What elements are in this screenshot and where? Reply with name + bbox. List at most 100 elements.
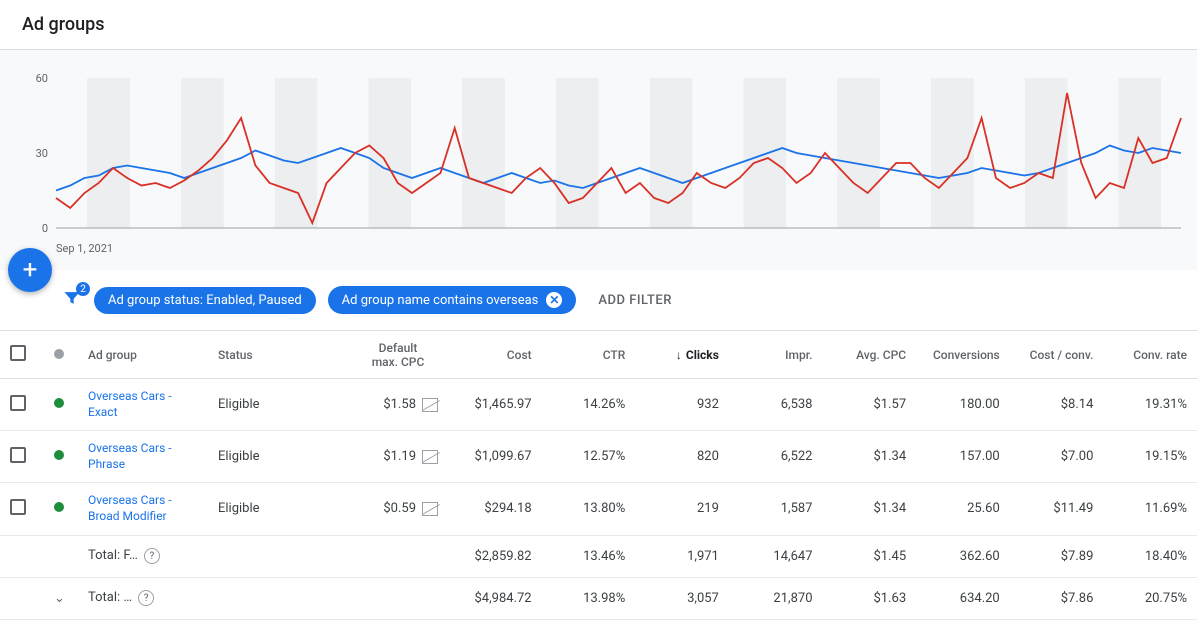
cell-impr: 6,522 — [729, 431, 823, 483]
status-dot-icon[interactable] — [54, 398, 64, 408]
cell-status: Eligible — [208, 431, 348, 483]
cell-clicks: 219 — [635, 483, 729, 535]
cell-conv: 362.60 — [916, 535, 1010, 577]
cell-convrate: 20.75% — [1103, 577, 1197, 619]
cell-conv: 25.60 — [916, 483, 1010, 535]
cell-maxcpc[interactable]: $1.58 — [348, 379, 448, 431]
cell-convrate: 11.69% — [1103, 483, 1197, 535]
cell-costconv: $7.00 — [1010, 431, 1104, 483]
filter-chip-name-label: Ad group name contains overseas — [342, 293, 539, 308]
cell-impr: 1,587 — [729, 483, 823, 535]
cell-clicks: 3,057 — [635, 577, 729, 619]
cell-ctr: 13.46% — [542, 535, 636, 577]
row-checkbox[interactable] — [10, 499, 26, 515]
help-icon[interactable]: ? — [138, 590, 154, 606]
col-avgcpc[interactable]: Avg. CPC — [823, 331, 917, 379]
svg-text:0: 0 — [42, 222, 48, 235]
cell-impr: 14,647 — [729, 535, 823, 577]
cell-avgcpc: $1.34 — [823, 483, 917, 535]
add-filter-button[interactable]: ADD FILTER — [588, 287, 682, 314]
help-icon[interactable]: ? — [144, 548, 160, 564]
cell-cost: $294.18 — [448, 483, 542, 535]
cell-costconv: $11.49 — [1010, 483, 1104, 535]
chevron-down-icon: ⌄ — [54, 591, 65, 606]
performance-chart: 03060Sep 1, 2021 — [10, 68, 1187, 258]
total-label: Total: …? — [78, 577, 208, 619]
status-indicator-icon — [54, 349, 64, 359]
filter-chip-name[interactable]: Ad group name contains overseas ✕ — [328, 286, 577, 314]
adgroup-link[interactable]: Overseas Cars - Phrase — [88, 441, 198, 472]
total-label: Total: F…? — [78, 535, 208, 577]
bid-disabled-icon — [422, 398, 438, 412]
cell-avgcpc: $1.63 — [823, 577, 917, 619]
adgroup-link[interactable]: Overseas Cars - Exact — [88, 389, 198, 420]
row-checkbox[interactable] — [10, 395, 26, 411]
cell-cost: $1,099.67 — [448, 431, 542, 483]
col-ctr[interactable]: CTR — [542, 331, 636, 379]
filter-bar: 2 Ad group status: Enabled, Paused Ad gr… — [0, 270, 1197, 330]
filter-icon[interactable]: 2 — [62, 288, 82, 312]
cell-convrate: 19.31% — [1103, 379, 1197, 431]
table-body: Overseas Cars - Exact Eligible$1.58$1,465… — [0, 379, 1197, 620]
cell-convrate: 18.40% — [1103, 535, 1197, 577]
filter-chip-status-label: Ad group status: Enabled, Paused — [108, 293, 302, 308]
chart-area: 03060Sep 1, 2021 + — [0, 50, 1197, 270]
filter-count-badge: 2 — [76, 282, 90, 296]
cell-costconv: $7.89 — [1010, 535, 1104, 577]
adgroup-link[interactable]: Overseas Cars - Broad Modifier — [88, 493, 198, 524]
cell-clicks: 820 — [635, 431, 729, 483]
cell-ctr: 14.26% — [542, 379, 636, 431]
cell-avgcpc: $1.45 — [823, 535, 917, 577]
cell-ctr: 12.57% — [542, 431, 636, 483]
page-header: Ad groups — [0, 0, 1197, 50]
svg-text:Sep 1, 2021: Sep 1, 2021 — [56, 242, 113, 255]
col-convrate[interactable]: Conv. rate — [1103, 331, 1197, 379]
select-all-header[interactable] — [0, 331, 44, 379]
col-cost[interactable]: Cost — [448, 331, 542, 379]
page-title: Ad groups — [22, 14, 1175, 35]
svg-text:30: 30 — [36, 147, 48, 160]
cell-status: Eligible — [208, 379, 348, 431]
bid-disabled-icon — [422, 502, 438, 516]
col-costconv[interactable]: Cost / conv. — [1010, 331, 1104, 379]
col-conv[interactable]: Conversions — [916, 331, 1010, 379]
col-maxcpc[interactable]: Default max. CPC — [348, 331, 448, 379]
col-impr[interactable]: Impr. — [729, 331, 823, 379]
cell-status: Eligible — [208, 483, 348, 535]
cell-ctr: 13.80% — [542, 483, 636, 535]
cell-conv: 634.20 — [916, 577, 1010, 619]
cell-cost: $2,859.82 — [448, 535, 542, 577]
cell-convrate: 19.15% — [1103, 431, 1197, 483]
filter-chip-status[interactable]: Ad group status: Enabled, Paused — [94, 287, 316, 314]
adgroups-table: Ad group Status Default max. CPC Cost CT… — [0, 330, 1197, 620]
close-icon[interactable]: ✕ — [546, 292, 562, 308]
table-row: Overseas Cars - Phrase Eligible$1.19$1,09… — [0, 431, 1197, 483]
cell-costconv: $7.86 — [1010, 577, 1104, 619]
status-dot-icon[interactable] — [54, 502, 64, 512]
total-row: Total: F…?$2,859.8213.46%1,97114,647$1.4… — [0, 535, 1197, 577]
bid-disabled-icon — [422, 450, 438, 464]
expand-cell[interactable]: ⌄ — [44, 577, 78, 619]
arrow-down-icon: ↓ — [676, 348, 682, 362]
cell-conv: 180.00 — [916, 379, 1010, 431]
col-clicks[interactable]: ↓Clicks — [635, 331, 729, 379]
cell-ctr: 13.98% — [542, 577, 636, 619]
cell-avgcpc: $1.34 — [823, 431, 917, 483]
cell-avgcpc: $1.57 — [823, 379, 917, 431]
row-checkbox[interactable] — [10, 447, 26, 463]
cell-maxcpc[interactable]: $0.59 — [348, 483, 448, 535]
total-row: ⌄Total: …?$4,984.7213.98%3,05721,870$1.6… — [0, 577, 1197, 619]
cell-cost: $1,465.97 — [448, 379, 542, 431]
checkbox-icon[interactable] — [10, 345, 26, 361]
col-adgroup[interactable]: Ad group — [78, 331, 208, 379]
cell-costconv: $8.14 — [1010, 379, 1104, 431]
cell-clicks: 932 — [635, 379, 729, 431]
cell-impr: 6,538 — [729, 379, 823, 431]
add-adgroup-button[interactable]: + — [8, 248, 52, 292]
table-row: Overseas Cars - Exact Eligible$1.58$1,465… — [0, 379, 1197, 431]
cell-impr: 21,870 — [729, 577, 823, 619]
col-status[interactable]: Status — [208, 331, 348, 379]
table-row: Overseas Cars - Broad Modifier Eligible$0… — [0, 483, 1197, 535]
status-dot-icon[interactable] — [54, 450, 64, 460]
cell-maxcpc[interactable]: $1.19 — [348, 431, 448, 483]
